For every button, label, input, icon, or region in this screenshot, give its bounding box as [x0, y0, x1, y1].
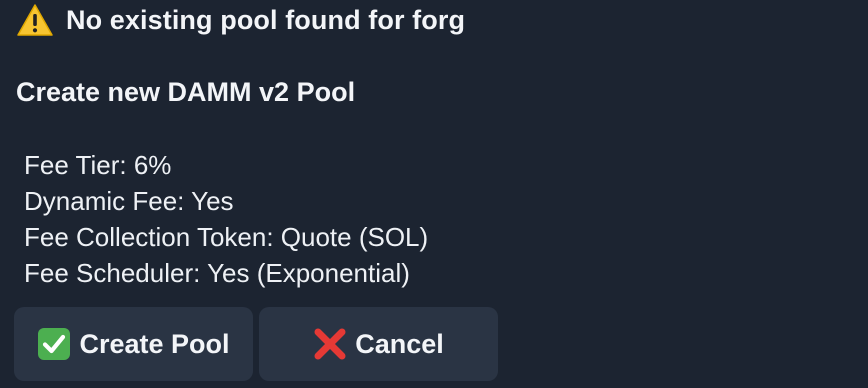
check-mark-icon [37, 327, 71, 361]
bot-message: No existing pool found for forg Create n… [0, 0, 520, 300]
warning-line: No existing pool found for forg [16, 2, 465, 38]
cross-mark-icon [313, 327, 347, 361]
detail-fee-scheduler: Fee Scheduler: Yes (Exponential) [24, 258, 410, 288]
inline-keyboard: Create Pool Cancel [14, 307, 498, 381]
pool-details: Fee Tier: 6% Dynamic Fee: Yes Fee Collec… [24, 147, 428, 291]
pool-title: Create new DAMM v2 Pool [16, 77, 356, 107]
detail-fee-collection-token: Fee Collection Token: Quote (SOL) [24, 222, 429, 252]
cancel-label: Cancel [355, 328, 444, 359]
detail-dynamic-fee: Dynamic Fee: Yes [24, 186, 234, 216]
cancel-button[interactable]: Cancel [259, 307, 498, 381]
detail-fee-tier: Fee Tier: 6% [24, 150, 172, 180]
create-pool-label: Create Pool [79, 328, 230, 359]
warning-icon [16, 3, 54, 37]
warning-text: No existing pool found for forg [66, 4, 466, 35]
chat-screen: No existing pool found for forg Create n… [0, 0, 868, 388]
create-pool-button[interactable]: Create Pool [14, 307, 253, 381]
